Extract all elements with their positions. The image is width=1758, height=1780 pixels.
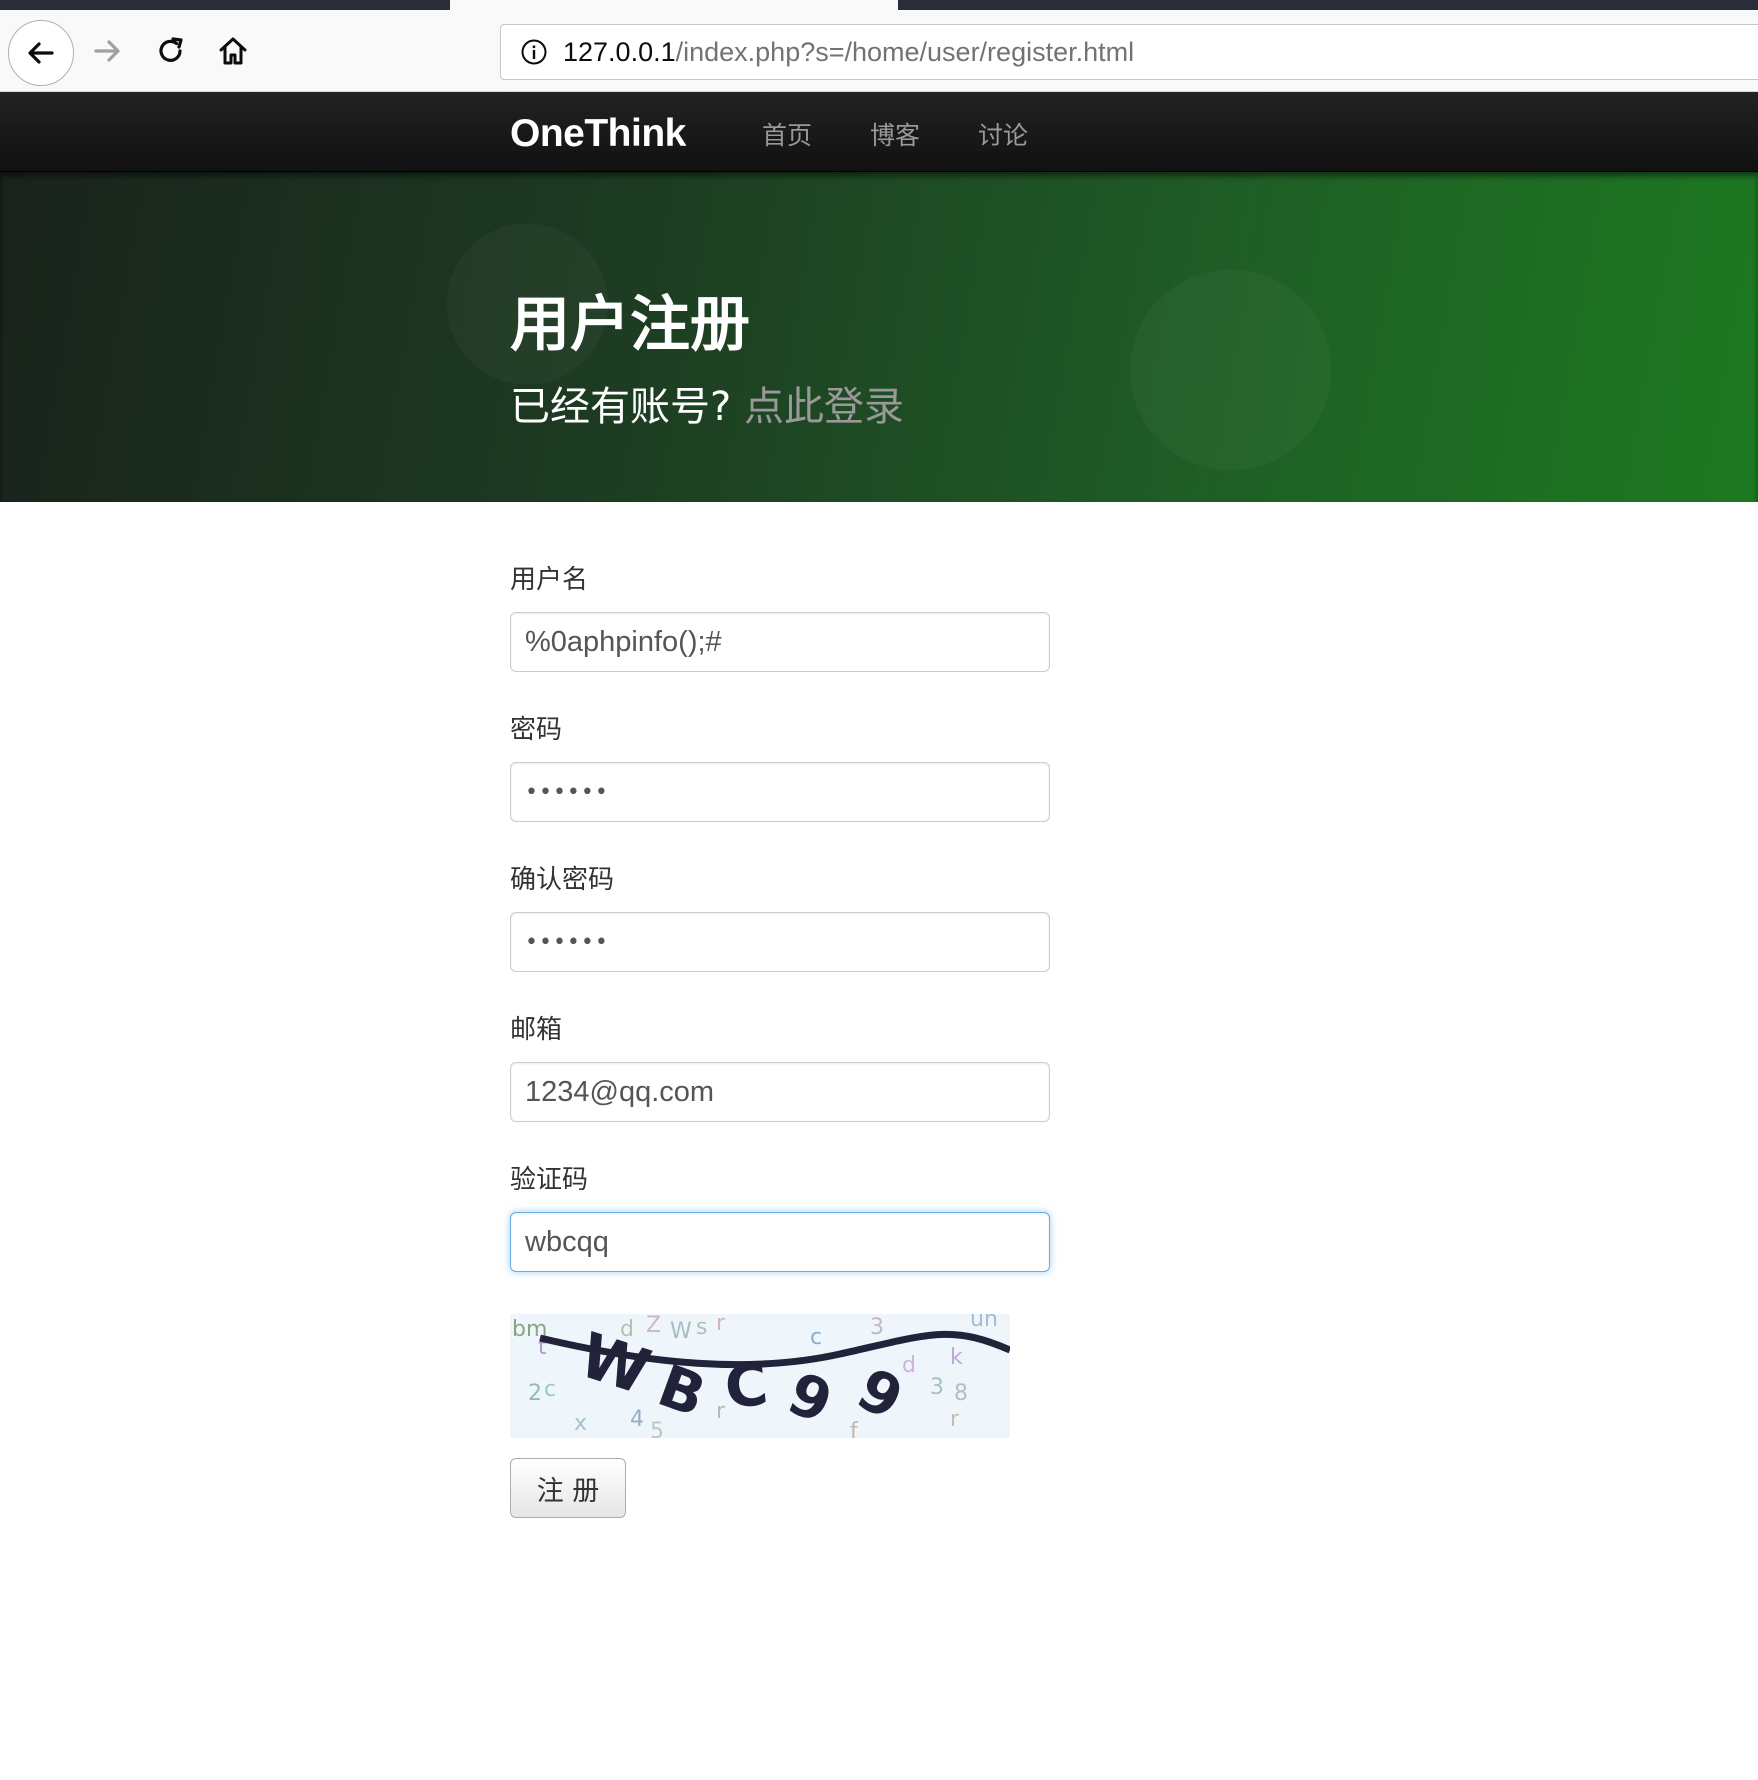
nav-link-discussion[interactable]: 讨论 <box>978 116 1028 152</box>
svg-text:c: c <box>810 1325 822 1350</box>
svg-text:f: f <box>850 1419 859 1438</box>
svg-text:5: 5 <box>650 1419 664 1438</box>
captcha-image[interactable]: bm t d Z W s r c 3 un k d 3 8 r 2 c x 4 … <box>510 1314 1010 1438</box>
arrow-right-icon <box>94 40 120 62</box>
svg-text:3: 3 <box>930 1375 944 1400</box>
register-button[interactable]: 注 册 <box>510 1458 626 1518</box>
svg-text:s: s <box>696 1315 707 1340</box>
forward-button[interactable] <box>84 28 130 74</box>
info-icon[interactable] <box>519 37 549 67</box>
home-button[interactable] <box>210 28 256 74</box>
email-input[interactable] <box>510 1062 1050 1122</box>
active-tab[interactable] <box>450 0 898 10</box>
arrow-left-icon <box>28 42 54 64</box>
url-path: /index.php?s=/home/user/register.html <box>675 36 1135 67</box>
login-link[interactable]: 点此登录 <box>744 384 904 430</box>
username-input[interactable] <box>510 612 1050 672</box>
hero-subtitle: 已经有账号? 点此登录 <box>510 374 904 432</box>
reload-button[interactable] <box>148 28 194 74</box>
browser-tab-strip <box>0 0 1758 10</box>
svg-text:c: c <box>544 1377 556 1402</box>
nav-link-blog[interactable]: 博客 <box>870 116 920 152</box>
svg-text:r: r <box>716 1399 726 1424</box>
page-title: 用户注册 <box>510 290 750 360</box>
username-label: 用户名 <box>510 565 589 595</box>
register-form: 用户名 密码 确认密码 邮箱 验证码 <box>510 560 1050 1310</box>
svg-text:C: C <box>722 1350 771 1422</box>
site-navbar: OneThink 首页 博客 讨论 <box>0 92 1758 172</box>
captcha-input[interactable] <box>510 1212 1050 1272</box>
url-host: 127.0.0.1 <box>563 36 676 67</box>
svg-text:x: x <box>574 1411 587 1436</box>
svg-text:2: 2 <box>528 1381 542 1406</box>
svg-text:4: 4 <box>630 1407 644 1432</box>
captcha-label: 验证码 <box>510 1165 589 1195</box>
brand-logo[interactable]: OneThink <box>510 112 686 156</box>
confirm-password-label: 确认密码 <box>510 865 615 895</box>
confirm-password-input[interactable] <box>510 912 1050 972</box>
email-label: 邮箱 <box>510 1015 563 1045</box>
password-input[interactable] <box>510 762 1050 822</box>
svg-text:un: un <box>970 1314 998 1332</box>
reload-icon <box>159 37 183 62</box>
svg-text:r: r <box>716 1314 726 1336</box>
hero-banner: 用户注册 已经有账号? 点此登录 <box>0 172 1758 502</box>
browser-toolbar: 127.0.0.1/index.php?s=/home/user/registe… <box>0 10 1758 92</box>
home-icon <box>219 37 247 65</box>
nav-links: 首页 博客 讨论 <box>762 116 1086 152</box>
svg-text:W: W <box>670 1319 692 1344</box>
have-account-text: 已经有账号? <box>510 384 732 430</box>
url-text: 127.0.0.1/index.php?s=/home/user/registe… <box>563 37 1134 68</box>
svg-text:r: r <box>950 1407 960 1432</box>
back-button[interactable] <box>8 20 74 86</box>
svg-text:9: 9 <box>779 1359 842 1437</box>
svg-text:8: 8 <box>954 1381 968 1406</box>
svg-text:k: k <box>950 1345 963 1370</box>
svg-text:Z: Z <box>646 1314 661 1338</box>
svg-text:3: 3 <box>870 1315 884 1340</box>
address-bar[interactable]: 127.0.0.1/index.php?s=/home/user/registe… <box>500 24 1758 80</box>
password-label: 密码 <box>510 715 563 745</box>
nav-link-home[interactable]: 首页 <box>762 116 812 152</box>
